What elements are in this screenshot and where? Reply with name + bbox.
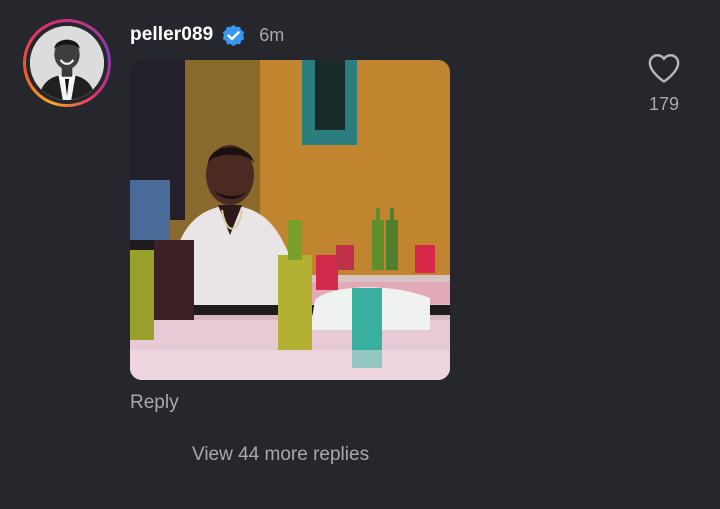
reply-button[interactable]: Reply (130, 392, 179, 414)
avatar (30, 26, 104, 100)
story-ring[interactable] (23, 19, 111, 107)
heart-icon[interactable] (647, 52, 681, 84)
gif-image (130, 60, 450, 380)
verified-badge-icon (223, 24, 245, 46)
like-container: 179 (640, 52, 688, 115)
username[interactable]: peller089 (130, 24, 213, 46)
comment-timestamp: 6m (259, 24, 285, 45)
comment-header: peller089 6m (130, 20, 284, 50)
like-count: 179 (648, 94, 680, 114)
view-more-replies-link[interactable]: View 44 more replies (192, 444, 369, 466)
comment-gif[interactable] (130, 60, 450, 380)
comment-item: peller089 6m Reply View 44 more replies … (0, 0, 720, 509)
